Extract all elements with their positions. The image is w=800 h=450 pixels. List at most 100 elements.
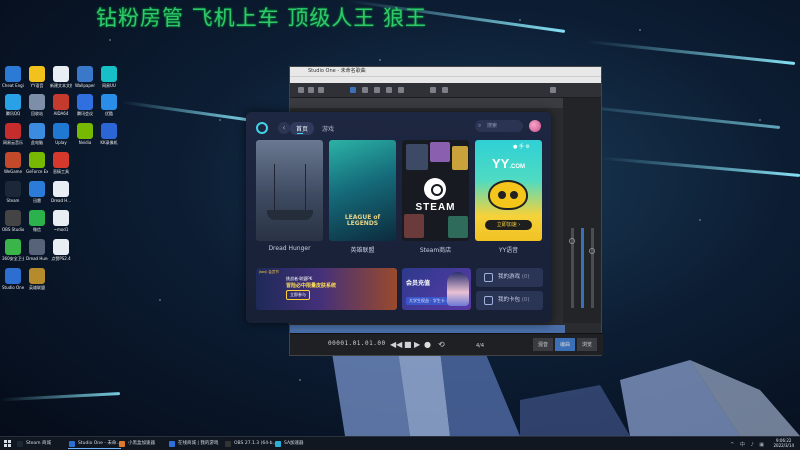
desktop-icon-label: 新建文本文档 — [50, 83, 72, 88]
desktop-icon[interactable]: OBS Studio — [2, 210, 24, 232]
taskbar-task[interactable]: 在线商城 | 我的游戏 — [168, 439, 218, 449]
desktop-icon[interactable]: 恶搞工具 — [50, 152, 72, 175]
desktop-icon[interactable]: 微信 — [26, 210, 48, 233]
zoom-icon[interactable] — [550, 87, 556, 93]
system-tray-icons[interactable]: ^ 中 ♪ ▣ — [730, 441, 766, 448]
desktop-icon[interactable]: Dread Hunger — [26, 239, 48, 261]
studio-one-toolbar[interactable] — [290, 83, 601, 98]
desktop-icon[interactable]: KK录像机 — [98, 123, 120, 146]
pan-knob[interactable] — [569, 238, 575, 244]
desktop-icon[interactable]: Studio One — [2, 268, 24, 290]
split-tool-icon[interactable] — [386, 87, 392, 93]
tab-browse[interactable]: 浏览 — [576, 338, 597, 351]
studio-one-menubar[interactable] — [290, 76, 601, 83]
desktop-icon[interactable]: 腾讯QQ — [2, 94, 24, 117]
desktop-icon[interactable]: AIDA64 — [50, 94, 72, 116]
taskbar-task[interactable]: SA加速器 — [274, 439, 304, 449]
taskbar-task[interactable]: OBS 27.1.3 (64-b... — [224, 439, 277, 449]
game-launcher-window[interactable]: ‹ 首页 游戏 ⌕ 搜索 Dread Hunger LEAGUE of LEGE… — [246, 112, 551, 323]
promo-banner[interactable]: Jianji 会员节 挑战者·联盟PK 冒险必中限量皮肤系统 立即参与 — [256, 268, 397, 310]
play-icon[interactable]: ▶ — [414, 341, 420, 349]
taskbar-task[interactable]: Studio One - 未命... — [68, 439, 121, 449]
desktop-icon-label: 微信 — [33, 227, 41, 232]
desktop-icon[interactable]: 优酷 — [98, 94, 120, 117]
windows-start-icon[interactable] — [4, 440, 12, 448]
my-games-button[interactable]: 我的游戏 (0) — [476, 268, 543, 287]
desktop-icon-label: 腾讯会议 — [77, 111, 93, 116]
pan-knob[interactable] — [589, 248, 595, 254]
clock-date: 2022/3/14 — [773, 443, 794, 448]
quantize-icon[interactable] — [442, 87, 448, 93]
desktop-icon[interactable]: Wallpaper — [74, 66, 96, 88]
record-icon[interactable]: ● — [424, 341, 431, 349]
game-card-label[interactable]: 英雄联盟 — [329, 245, 396, 254]
desktop-icon[interactable]: 新建文本文档 — [50, 66, 72, 89]
eraser-tool-icon[interactable] — [374, 87, 380, 93]
desktop-icon[interactable]: 回收站 — [26, 94, 48, 117]
game-card-steam[interactable]: STEAM — [402, 140, 469, 241]
mute-tool-icon[interactable] — [398, 87, 404, 93]
game-card-yy[interactable]: ● 手 ⚙ YY.COM 立即加速 › — [475, 140, 542, 241]
desktop-icon[interactable]: WeGame — [2, 152, 24, 174]
desktop-icon[interactable]: 网易云音乐 — [2, 123, 24, 146]
desktop-icon[interactable]: Dread H... — [50, 181, 72, 203]
gamepad-icon — [484, 273, 493, 282]
channel-fader[interactable] — [591, 228, 594, 308]
mixer-panel[interactable] — [563, 98, 601, 323]
studio-one-titlebar[interactable]: Studio One - 未命名歌曲 — [290, 67, 601, 76]
desktop-icon[interactable]: Steam — [2, 181, 24, 203]
user-avatar[interactable] — [529, 120, 541, 132]
tab-games[interactable]: 游戏 — [322, 124, 334, 133]
tool-icon[interactable] — [318, 87, 324, 93]
promo-tag: Jianji 会员节 — [259, 270, 279, 274]
desktop-icon[interactable]: 此电脑 — [26, 123, 48, 146]
desktop-icon[interactable]: 点赞PS2.4 — [50, 239, 72, 262]
desktop-icon[interactable]: Uplay — [50, 123, 72, 145]
desktop-icon[interactable]: ~mod1 — [50, 210, 72, 232]
accelerate-now-button[interactable]: 立即加速 › — [485, 220, 532, 230]
membership-subtitle: 大学生权益 · 学生卡 › — [406, 297, 451, 305]
game-card-label[interactable]: Dread Hunger — [256, 245, 323, 252]
pencil-tool-icon[interactable] — [362, 87, 368, 93]
desktop-icon[interactable]: 英雄联盟 — [26, 268, 48, 291]
back-arrow-icon[interactable]: ‹ — [278, 122, 290, 134]
snap-icon[interactable] — [430, 87, 436, 93]
transport-bar[interactable]: 00001.01.01.00 ◀◀ ■ ▶ ● ⟲ 4/4 混音 编曲 浏览 — [290, 333, 603, 355]
desktop-icon[interactable]: Nvidia — [74, 123, 96, 145]
game-card-league-of-legends[interactable]: LEAGUE of LEGENDS — [329, 140, 396, 241]
tool-icon[interactable] — [298, 87, 304, 93]
stop-icon[interactable]: ■ — [404, 341, 412, 349]
app-icon — [29, 239, 45, 255]
desktop-icon-label: 回收站 — [31, 111, 43, 116]
desktop-icon[interactable]: 360安全卫士 — [2, 239, 24, 262]
desktop-icon[interactable]: 网易UU — [98, 66, 120, 89]
desktop-icon[interactable]: GeForce Experience — [26, 152, 48, 174]
desktop-icon[interactable]: Cheat Engine — [2, 66, 24, 88]
promo-cta[interactable]: 立即参与 — [286, 290, 310, 300]
taskbar-task[interactable]: 小黑盒加速器 — [118, 439, 155, 449]
arrangement-overview[interactable] — [290, 325, 565, 333]
tab-edit[interactable]: 编曲 — [554, 338, 575, 351]
loop-icon[interactable]: ⟲ — [438, 341, 445, 349]
game-card-label[interactable]: Steam商店 — [402, 245, 469, 254]
tool-icon[interactable] — [308, 87, 314, 93]
rewind-icon[interactable]: ◀◀ — [390, 341, 402, 349]
app-icon — [29, 66, 45, 82]
membership-banner[interactable]: 会员充值 大学生权益 · 学生卡 › — [402, 268, 471, 310]
desktop-icon[interactable]: 腾讯会议 — [74, 94, 96, 117]
app-icon — [5, 94, 21, 110]
search-input[interactable]: ⌕ 搜索 — [475, 120, 523, 132]
tab-mix[interactable]: 混音 — [532, 338, 553, 351]
desktop-icon-label: 英雄联盟 — [29, 285, 45, 290]
channel-fader[interactable] — [581, 228, 584, 308]
clock[interactable]: 9:06:22 2022/3/14 — [773, 438, 794, 448]
desktop-icon[interactable]: 迅雷 — [26, 181, 48, 204]
taskbar-task[interactable]: Steam 商城 — [16, 439, 51, 449]
arrow-tool-icon[interactable] — [350, 87, 356, 93]
my-cards-button[interactable]: 我的卡包 (0) — [476, 291, 543, 310]
track-header-row[interactable] — [290, 98, 565, 108]
desktop-icon[interactable]: YY语音 — [26, 66, 48, 89]
game-card-label[interactable]: YY语音 — [475, 245, 542, 254]
game-card-dread-hunger[interactable] — [256, 140, 323, 241]
app-icon — [29, 268, 45, 284]
